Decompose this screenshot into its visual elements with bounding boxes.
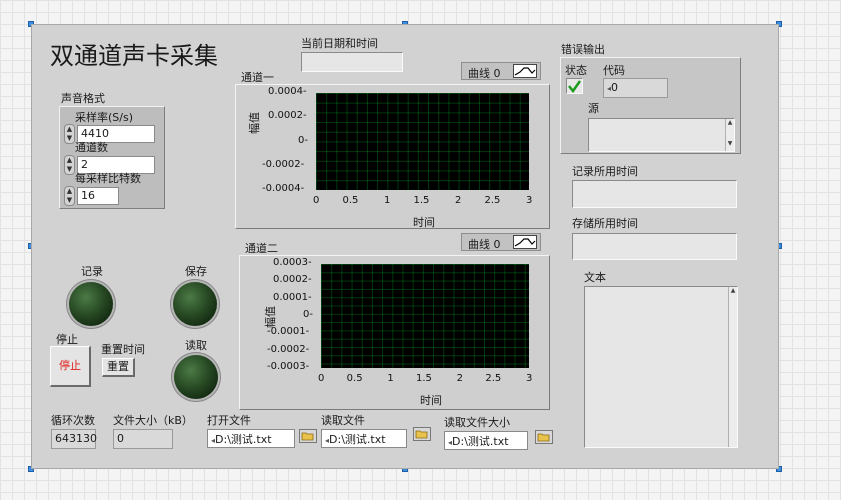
chart2-xlabel: 时间	[420, 394, 442, 407]
sample-rate-stepper[interactable]: ▲ ▼	[64, 124, 75, 144]
text-label: 文本	[584, 271, 606, 284]
error-out-label: 错误输出	[561, 43, 605, 56]
open-file-path-text: D:\测试.txt	[215, 433, 272, 446]
status-indicator	[566, 78, 583, 94]
chart2-legend-swatch-icon[interactable]	[513, 235, 537, 249]
loop-count-label: 循环次数	[51, 414, 95, 427]
chart1-y-tick-label: 0.0004-	[268, 86, 307, 97]
chart2-svg	[321, 264, 529, 368]
reset-button[interactable]: 重置	[102, 358, 135, 377]
source-label: 源	[588, 102, 599, 115]
chart1-legend-label: 曲线 0	[468, 67, 501, 80]
chart1-legend-swatch-icon[interactable]	[513, 64, 537, 78]
read-file-browse-icon[interactable]	[413, 427, 431, 441]
chart1-y-tick-label: -0.0002-	[262, 158, 305, 170]
chart2-legend-label: 曲线 0	[468, 238, 501, 251]
record-led-label: 记录	[81, 265, 103, 278]
reset-time-label: 重置时间	[101, 343, 145, 356]
chart2-x-tick-label: 2.5	[485, 373, 502, 384]
read-file-size-path[interactable]: ◂D:\测试.txt	[444, 431, 528, 450]
datetime-indicator	[301, 52, 403, 72]
status-label: 状态	[565, 64, 587, 77]
loop-count-value: 643130	[55, 432, 97, 445]
source-textbox[interactable]	[588, 118, 735, 152]
read-file-path-text: D:\测试.txt	[329, 433, 386, 446]
chart1-x-tick-label: 0	[313, 195, 320, 206]
read-led-label: 读取	[185, 339, 207, 352]
chart1-y-tick-label: -0.0004-	[262, 183, 305, 194]
filesize-indicator: 0	[113, 429, 173, 449]
chart2-x-tick-label: 2	[456, 373, 464, 384]
open-file-browse-icon[interactable]	[299, 429, 317, 443]
chart2-x-tick-label: 1	[387, 373, 394, 384]
chart1-x-tick-label: 1.5	[413, 195, 430, 206]
bits-per-sample-label: 每采样比特数	[75, 172, 141, 185]
read-file-size-label: 读取文件大小	[444, 416, 510, 429]
chart2-y-tick-label: -0.0002-	[267, 343, 310, 355]
stop-button[interactable]: 停止	[50, 346, 91, 387]
chart1-title: 通道一	[241, 71, 274, 84]
sample-rate-label: 采样率(S/s)	[75, 111, 134, 124]
chart1-x-tick-label: 2	[455, 195, 462, 206]
loop-count-indicator: 643130	[51, 429, 97, 449]
record-led	[69, 282, 113, 326]
reset-button-text: 重置	[107, 360, 129, 373]
chart2-x-tick-label: 1.5	[416, 373, 432, 384]
chart1-xlabel: 时间	[413, 216, 435, 229]
bits-per-sample-stepper[interactable]: ▲ ▼	[64, 186, 75, 206]
page-title: 双通道声卡采集	[50, 42, 218, 70]
checkmark-icon	[568, 80, 582, 94]
chart2-y-tick-label: 0.0001-	[273, 291, 312, 303]
datetime-label: 当前日期和时间	[301, 37, 378, 50]
save-led-label: 保存	[185, 265, 207, 278]
text-display[interactable]	[584, 286, 738, 448]
save-time-label: 存储所用时间	[572, 217, 638, 230]
chart1-x-tick-label: 2.5	[484, 195, 501, 206]
chart1-x-tick-label: 1	[384, 195, 391, 206]
chart2-y-tick-label: -0.0003-	[267, 361, 310, 372]
stop-button-text: 停止	[59, 359, 81, 372]
chart2-y-tick-label: -0.0001-	[267, 326, 310, 338]
chart2-y-tick-label: 0.0002-	[273, 274, 312, 286]
source-scrollbar[interactable]: ▲ ▼	[725, 119, 734, 151]
chart1-plot-area[interactable]	[316, 93, 529, 190]
read-file-size-browse-icon[interactable]	[535, 430, 553, 444]
chart2-y-tick-label: 0-	[303, 309, 313, 320]
save-led	[173, 282, 217, 326]
chart2-y-tick-label: 0.0003-	[273, 257, 312, 268]
chart2-x-tick-label: 0.5	[346, 373, 363, 384]
open-file-label: 打开文件	[207, 414, 251, 427]
read-file-path[interactable]: ◂D:\测试.txt	[321, 429, 407, 448]
channels-stepper[interactable]: ▲ ▼	[64, 155, 75, 175]
code-label: 代码	[603, 64, 625, 77]
read-led	[174, 355, 218, 399]
code-value: 0	[611, 81, 619, 94]
save-time-indicator	[572, 233, 737, 260]
chart1-y-tick-label: 0-	[298, 134, 308, 146]
sound-format-label: 声音格式	[61, 92, 105, 105]
chart1-ylabel: 幅值	[248, 112, 261, 134]
filesize-value: 0	[117, 432, 124, 445]
code-indicator: ◂0	[603, 78, 668, 98]
chart2-x-tick-label: 0	[318, 373, 325, 384]
stop-label: 停止	[56, 333, 78, 346]
text-scrollbar[interactable]: ▲	[728, 287, 737, 447]
channels-label: 通道数	[75, 141, 108, 154]
bits-per-sample-field[interactable]: 16	[77, 187, 119, 205]
open-file-path[interactable]: ◂D:\测试.txt	[207, 429, 295, 448]
chart2-plot-area[interactable]	[321, 264, 529, 368]
filesize-label: 文件大小（kB）	[113, 414, 193, 427]
record-time-label: 记录所用时间	[572, 165, 638, 178]
chart1-svg	[316, 93, 529, 190]
chart1-x-tick-label: 3	[526, 195, 533, 206]
chart1-x-tick-label: 0.5	[342, 195, 359, 206]
chart2-x-tick-label: 3	[526, 373, 533, 384]
record-time-indicator	[572, 180, 737, 208]
chart1-y-tick-label: 0.0002-	[268, 110, 307, 122]
chart2-title: 通道二	[245, 242, 278, 255]
chart2-ylabel: 幅值	[264, 306, 277, 328]
read-file-label: 读取文件	[321, 414, 365, 427]
read-file-size-path-text: D:\测试.txt	[452, 435, 509, 448]
